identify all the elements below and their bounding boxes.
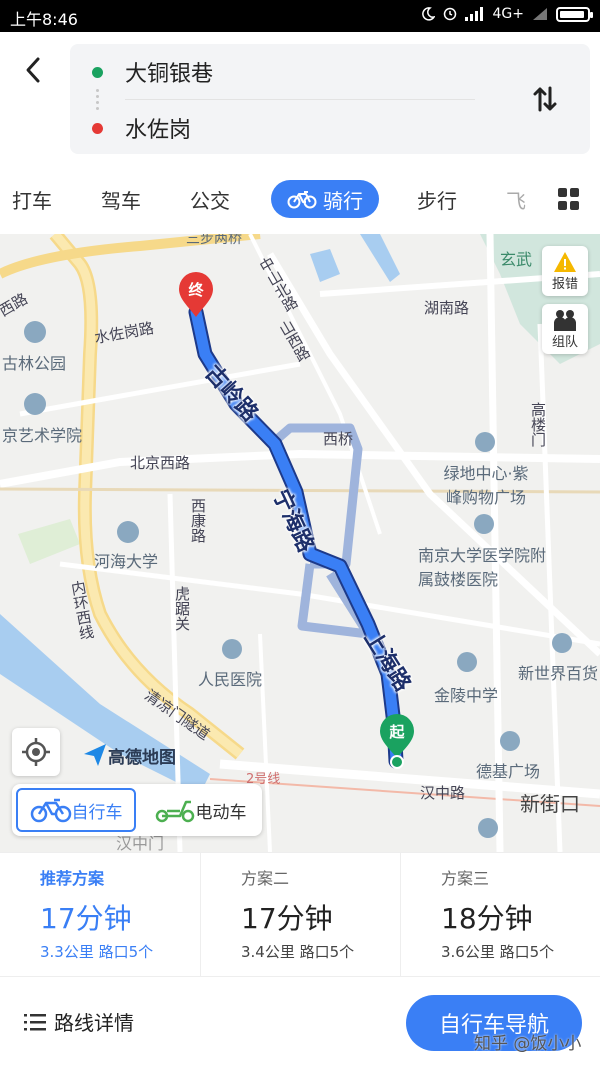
footer: 路线详情 自行车导航 知乎 @饭小小 [0,976,600,1067]
plan-recommended[interactable]: 推荐方案 17分钟 3.3公里 路口5个 [0,853,200,977]
locate-icon [22,738,50,766]
report-button[interactable]: 报错 [542,246,588,296]
tab-label: 飞 [506,188,526,213]
tab-cycling[interactable]: 骑行 [271,180,379,218]
map-label: 人民医院 [198,670,263,689]
team-button[interactable]: 组队 [542,304,588,354]
mode-tabs: 打车 驾车 公交 骑行 步行 飞 [0,162,600,234]
destination-text: 水佐岗 [125,118,192,143]
team-icon [554,309,576,331]
scooter-icon [155,800,194,823]
tab-walk[interactable]: 步行 [417,180,457,218]
locate-button[interactable] [12,728,60,776]
tab-flight[interactable]: 飞 [506,180,526,218]
bicycle-label: 自行车 [71,802,123,823]
map-label: 古林公园 [2,354,67,373]
route-header: 大铜银巷 水佐岗 [0,32,600,162]
plan-name: 推荐方案 [40,869,105,888]
list-icon [24,1013,46,1030]
bicycle-option[interactable]: 自行车 [16,788,136,832]
chevron-left-icon [26,57,40,83]
road-label: 西桥 [323,430,354,448]
map-label: 南京大学医学院附属鼓楼医院 [418,546,547,589]
origin-dot-icon [92,66,103,78]
network-type: 4G+ [492,6,525,22]
plan-info: 3.3公里 路口5个 [40,943,154,961]
signal-icon [464,7,483,21]
status-icons: 4G+ [421,6,593,22]
end-pin[interactable]: 终 [178,272,214,322]
back-button[interactable] [18,52,48,88]
tab-label: 打车 [12,188,52,213]
swap-icon [533,86,557,112]
team-label: 组队 [551,334,578,350]
no-signal-icon [533,8,547,20]
swap-button[interactable] [530,84,560,114]
bicycle-icon [287,191,317,209]
status-bar: 上午8:46 4G+ [0,0,600,32]
destination-dot-icon [92,122,103,134]
warning-icon [554,251,576,272]
map-label: 新街口 [520,792,580,816]
ebike-label: 电动车 [195,802,247,823]
road-label: 高楼门 [529,402,547,447]
plan-info: 3.4公里 路口5个 [241,943,355,961]
bicycle-icon [30,798,71,823]
plan-name: 方案二 [241,869,290,888]
more-modes-icon[interactable] [558,188,580,210]
amap-logo: 高德地图 [82,742,176,768]
report-label: 报错 [551,276,578,292]
road-label: 西康路 [189,498,207,543]
map-label: 绿地中心·紫峰购物广场 [443,464,529,507]
vehicle-toggle: 自行车 电动车 [12,784,262,836]
tab-label: 公交 [190,188,230,213]
map-label: 金陵中学 [434,686,499,705]
origin-text: 大铜银巷 [125,62,214,87]
map-label: 德基广场 [476,762,541,781]
moon-icon [421,7,435,21]
plan-duration: 18分钟 [441,902,533,935]
tab-transit[interactable]: 公交 [190,180,230,218]
plan-name: 方案三 [441,869,490,888]
plan-duration: 17分钟 [241,902,333,935]
map-label: 玄武 [500,250,533,269]
start-pin[interactable]: 起 [379,714,415,774]
divider [125,99,475,100]
road-label: 虎踞关 [173,586,191,631]
status-time: 上午8:46 [10,10,78,29]
detail-label: 路线详情 [54,1011,134,1035]
map-view[interactable]: 三步两桥 中山北路 玄武 湖南路 西路 水佐岗路 山西路 古林公园 京艺术学院 … [0,234,600,852]
road-label: 北京西路 [130,454,191,472]
tab-taxi[interactable]: 打车 [12,180,52,218]
start-pin-label: 起 [389,723,405,741]
origin-field[interactable]: 大铜银巷 [70,47,470,97]
watermark: 知乎 @饭小小 [474,1034,582,1054]
battery-icon [556,6,593,22]
route-detail-button[interactable]: 路线详情 [24,1007,134,1036]
plan-two[interactable]: 方案二 17分钟 3.4公里 路口5个 [200,853,400,977]
logo-text: 高德地图 [108,747,176,768]
plan-duration: 17分钟 [40,902,132,935]
map-label: 京艺术学院 [2,426,83,445]
route-plans: 推荐方案 17分钟 3.3公里 路口5个 方案二 17分钟 3.4公里 路口5个… [0,852,600,977]
alarm-icon [443,7,456,21]
map-label: 河海大学 [94,552,159,571]
tab-label: 骑行 [323,188,363,213]
tab-label: 驾车 [101,188,141,213]
tab-label: 步行 [417,188,457,213]
destination-field[interactable]: 水佐岗 [70,103,470,153]
amap-logo-icon [84,744,106,766]
plan-three[interactable]: 方案三 18分钟 3.6公里 路口5个 [400,853,600,977]
tab-drive[interactable]: 驾车 [101,180,141,218]
map-label: 新世界百货 [518,664,599,683]
road-label: 汉中路 [420,784,466,802]
road-label: 湖南路 [424,299,470,317]
route-input-box: 大铜银巷 水佐岗 [70,44,590,154]
plan-info: 3.6公里 路口5个 [441,943,555,961]
ebike-option[interactable]: 电动车 [144,788,256,832]
end-pin-label: 终 [188,281,204,299]
map-label: 三步两桥 [186,234,242,247]
